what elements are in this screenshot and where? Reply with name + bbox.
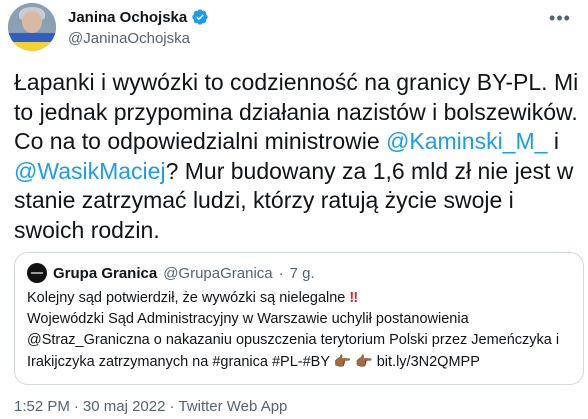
pointing-hand-icon: 👉🏾 [355, 353, 373, 369]
tweet-source[interactable]: Twitter Web App [178, 398, 287, 415]
quoted-line-3: @Straz_Graniczna o nakazaniu opuszczenia… [27, 332, 560, 348]
tweet-footer: 1:52 PM · 30 maj 2022 · Twitter Web App [14, 398, 287, 415]
footer-separator-dot: · [73, 398, 79, 415]
quoted-separator-dot: · [278, 264, 284, 282]
more-options-button[interactable]: ••• [548, 6, 572, 30]
tweet-text: Łapanki i wywózki to codzienność na gran… [14, 68, 582, 245]
quoted-author-handle: @GrupaGranica [163, 264, 273, 282]
avatar-face [22, 11, 42, 33]
quoted-author-avatar [27, 263, 47, 283]
tweet-text-part-2: i [547, 128, 559, 154]
avatar-flag-blue [8, 33, 56, 42]
quoted-author-name: Grupa Granica [53, 264, 158, 282]
quoted-tweet-header: Grupa Granica @GrupaGranica · 7 g. [27, 263, 315, 283]
mention-wasik[interactable]: @WasikMaciej [14, 158, 166, 184]
quoted-line-2: Wojewódzki Sąd Administracyjny w Warszaw… [27, 311, 469, 327]
footer-separator-dot: · [169, 398, 175, 415]
author-avatar[interactable] [8, 3, 56, 51]
verified-badge-icon [192, 9, 208, 25]
quoted-tweet-time: 7 g. [289, 264, 315, 282]
author-name-row: Janina Ochojska [68, 8, 209, 26]
quoted-line-1: Kolejny sąd potwierdził, że wywózki są n… [27, 290, 358, 306]
more-horizontal-icon: ••• [549, 8, 571, 28]
quoted-tweet[interactable]: Grupa Granica @GrupaGranica · 7 g. Kolej… [14, 252, 584, 385]
quoted-link: bit.ly/3N2QMPP [376, 354, 480, 370]
author-name[interactable]: Janina Ochojska [68, 9, 187, 26]
tweet-time[interactable]: 1:52 PM [14, 398, 70, 415]
mention-kaminski[interactable]: @Kaminski_M_ [386, 128, 547, 154]
tweet-date[interactable]: 30 maj 2022 [83, 398, 166, 415]
avatar-flag-yellow [8, 42, 56, 51]
quoted-line-4: Irakijczyka zatrzymanych na #granica #PL… [27, 353, 480, 370]
author-handle[interactable]: @JaninaOchojska [68, 30, 190, 47]
quoted-tweet-text: Kolejny sąd potwierdził, że wywózki są n… [27, 288, 577, 373]
pointing-hand-icon: 👉🏾 [333, 353, 352, 369]
double-exclamation-icon: ‼ [349, 290, 358, 306]
